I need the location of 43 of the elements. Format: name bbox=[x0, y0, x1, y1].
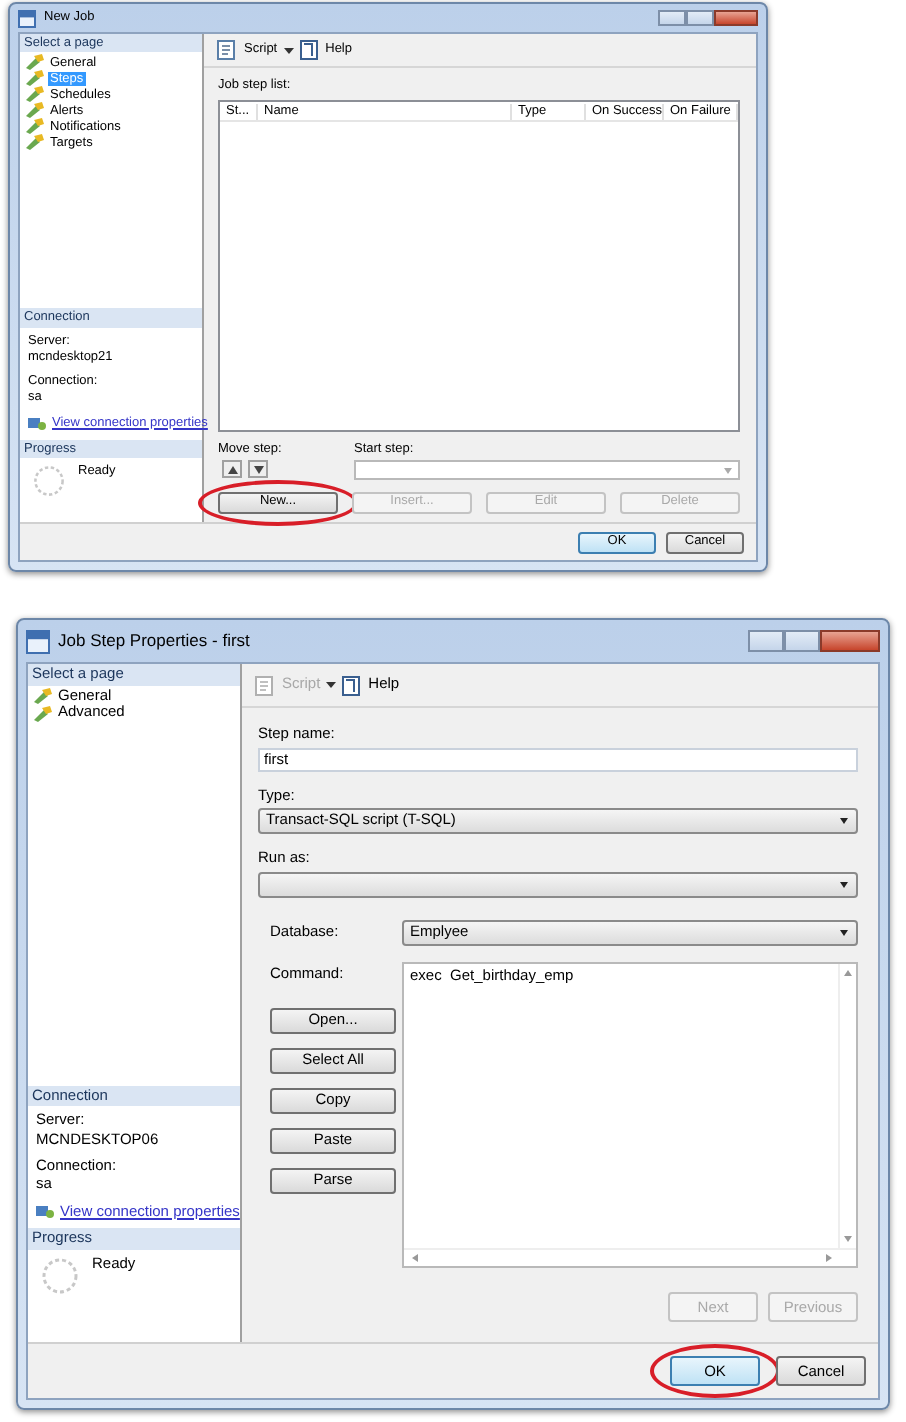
dropdown-arrow-icon bbox=[840, 818, 848, 825]
maximize-button[interactable] bbox=[784, 630, 820, 652]
up-arrow-icon bbox=[227, 465, 237, 473]
run-as-dropdown[interactable] bbox=[258, 871, 858, 898]
help-icon bbox=[342, 675, 363, 695]
close-button[interactable] bbox=[820, 630, 880, 652]
script-icon bbox=[216, 40, 238, 60]
close-button[interactable] bbox=[714, 10, 758, 26]
caret-icon bbox=[326, 682, 337, 688]
page-icon bbox=[34, 705, 52, 722]
dropdown-arrow-icon bbox=[840, 929, 848, 936]
maximize-button[interactable] bbox=[686, 10, 714, 26]
page-icon bbox=[26, 118, 44, 135]
down-arrow-icon bbox=[844, 1236, 852, 1242]
spinner-icon bbox=[32, 464, 66, 498]
window-icon bbox=[18, 9, 36, 27]
vertical-scrollbar[interactable] bbox=[838, 963, 856, 1248]
dropdown-arrow-icon bbox=[724, 467, 732, 473]
page-icon bbox=[26, 134, 44, 151]
page-icon bbox=[26, 102, 44, 119]
caret-icon bbox=[283, 47, 294, 53]
move-down-button[interactable] bbox=[248, 460, 268, 478]
minimize-button[interactable] bbox=[658, 10, 686, 26]
page-icon bbox=[34, 687, 52, 704]
spinner-icon bbox=[40, 1256, 80, 1296]
window-title: Job Step Properties - first bbox=[58, 631, 250, 651]
minimize-button[interactable] bbox=[748, 630, 784, 652]
up-arrow-icon bbox=[844, 969, 852, 976]
down-arrow-icon bbox=[253, 465, 263, 473]
left-arrow-icon bbox=[412, 1254, 418, 1262]
connection-icon bbox=[36, 1204, 54, 1221]
script-icon bbox=[254, 675, 276, 695]
connection-icon bbox=[28, 415, 46, 432]
page-icon bbox=[26, 70, 44, 87]
window-icon bbox=[26, 629, 50, 653]
page-icon bbox=[26, 86, 44, 103]
dropdown-arrow-icon bbox=[840, 881, 848, 888]
move-up-button[interactable] bbox=[222, 460, 242, 478]
help-icon bbox=[299, 40, 320, 60]
right-arrow-icon bbox=[826, 1254, 832, 1262]
start-step-dropdown[interactable] bbox=[354, 460, 740, 480]
horizontal-scrollbar[interactable] bbox=[404, 1248, 856, 1266]
page-icon bbox=[26, 54, 44, 71]
